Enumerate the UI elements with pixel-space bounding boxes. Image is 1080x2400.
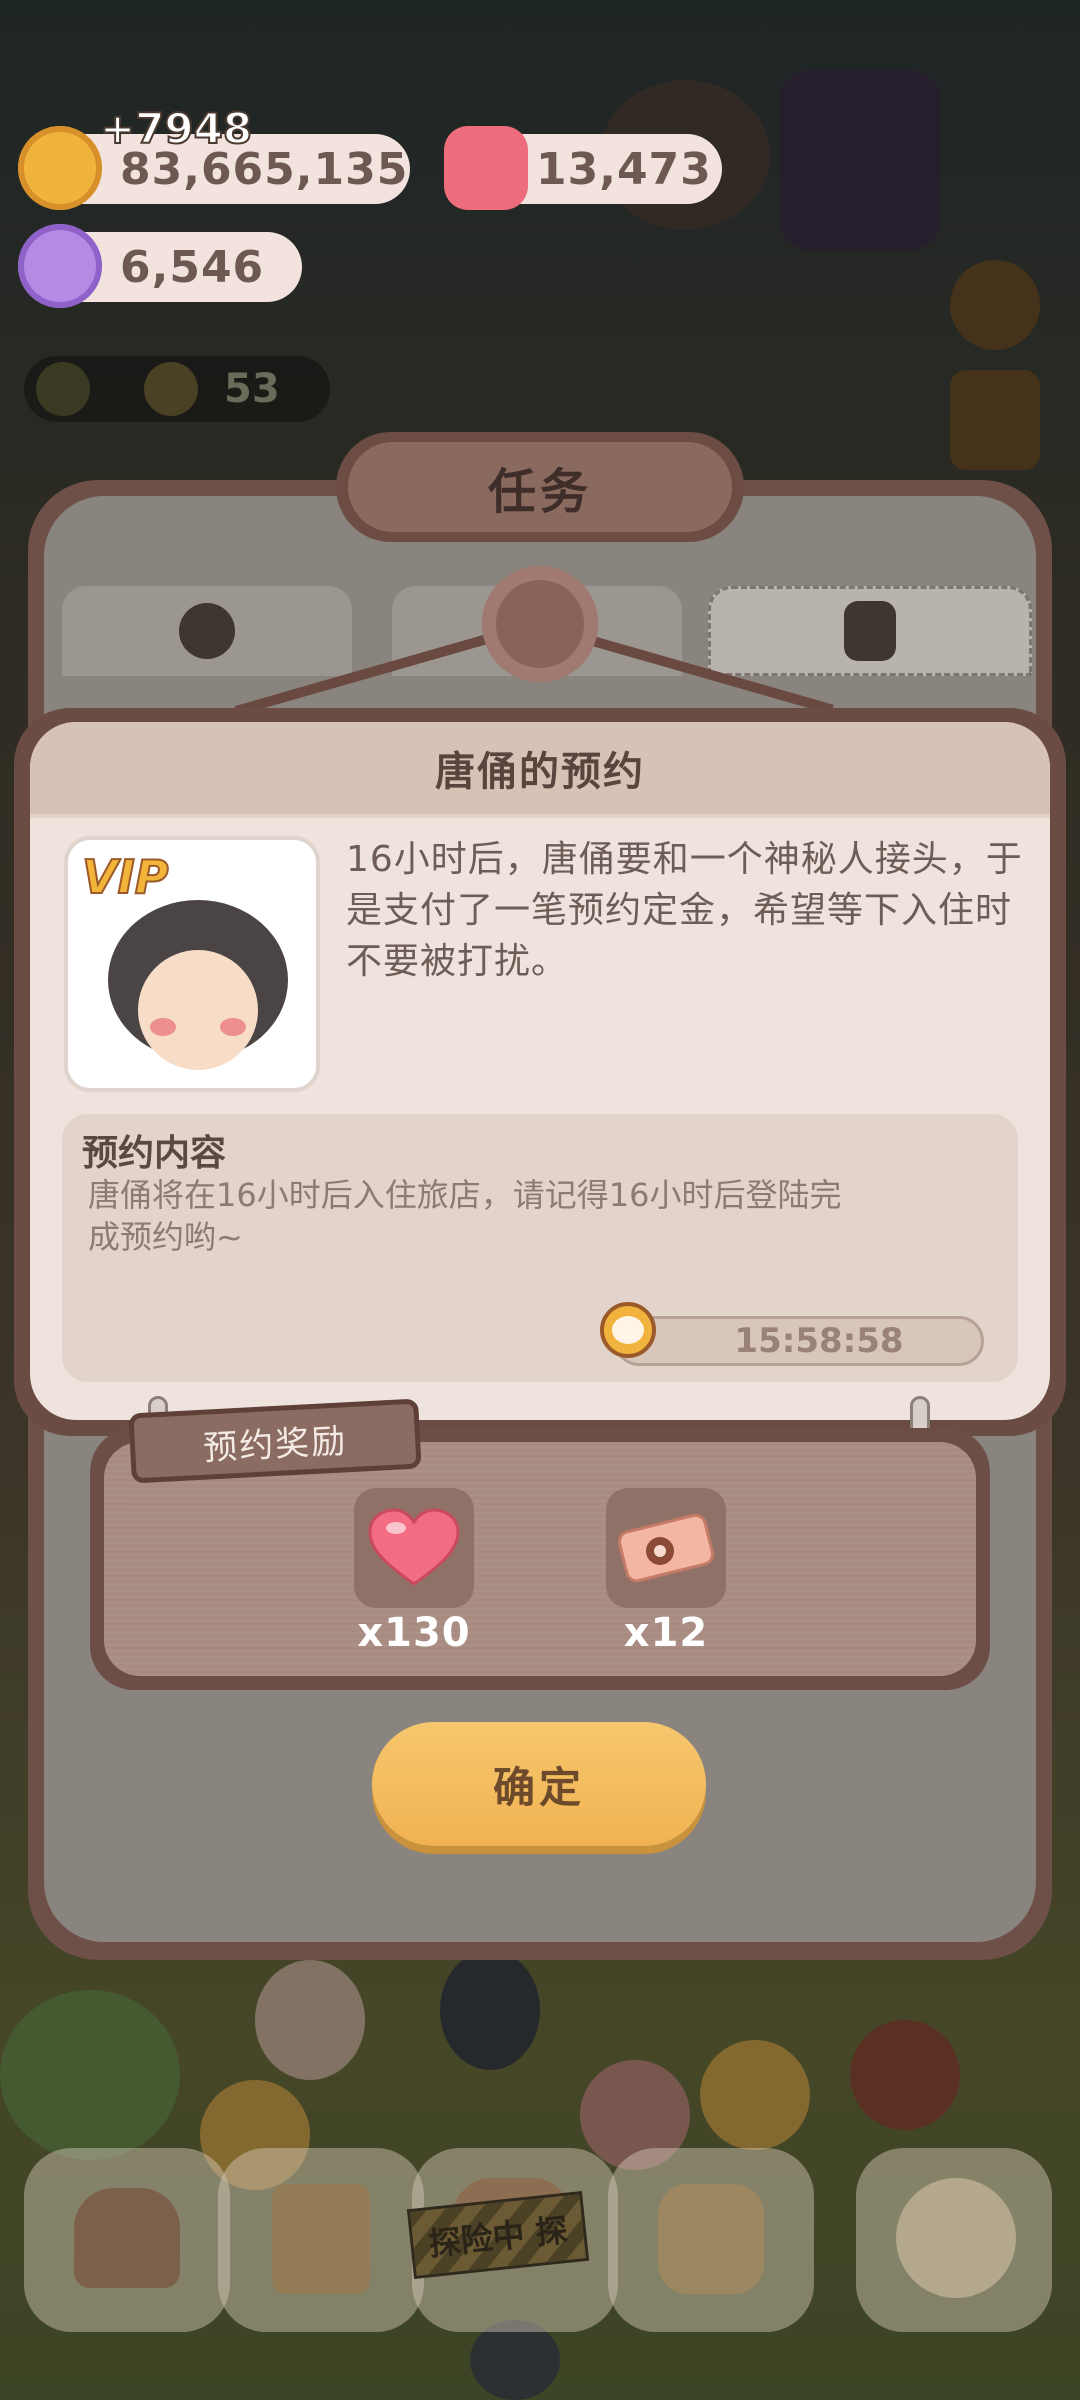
chick-icon bbox=[144, 362, 198, 416]
nav-mushroom-house[interactable] bbox=[24, 2148, 230, 2332]
fish-alarm-icon bbox=[896, 2178, 1016, 2298]
heart-icon bbox=[368, 1508, 460, 1586]
guest-avatar: VIP bbox=[64, 836, 320, 1092]
detail-text: 唐俑将在16小时后入住旅店，请记得16小时后登陆完成预约哟~ bbox=[88, 1176, 842, 1256]
alarm-clock-icon bbox=[596, 1294, 658, 1360]
flower-bag-icon bbox=[844, 601, 896, 661]
countdown-timer: 15:58:58 bbox=[614, 1316, 984, 1366]
reward-item-heart bbox=[354, 1488, 474, 1608]
level-counter: 53 bbox=[24, 356, 330, 422]
nav-shop[interactable] bbox=[608, 2148, 814, 2332]
reservation-description: 16小时后，唐俑要和一个神秘人接头，于是支付了一笔预约定金，希望等下入住时不要被… bbox=[346, 839, 1023, 982]
level-value: 53 bbox=[224, 366, 280, 412]
tab-badge[interactable] bbox=[62, 586, 352, 676]
mushroom-house-icon bbox=[74, 2188, 180, 2288]
reservation-card: 唐俑的预约 VIP 16小时后，唐俑要和一个神秘人接头，于是支付了一笔预约定金，… bbox=[30, 722, 1050, 1420]
coin-delta: +7948 bbox=[99, 103, 253, 154]
vip-badge: VIP bbox=[81, 849, 169, 905]
ticket-icon bbox=[617, 1513, 715, 1583]
candle-value: 13,473 bbox=[536, 143, 712, 195]
reward-qty-heart: x130 bbox=[357, 1610, 471, 1656]
guest-cheek-right bbox=[220, 1018, 246, 1036]
hanger-knob bbox=[482, 566, 598, 682]
badge-paw-icon bbox=[179, 603, 235, 659]
crystal-candy-icon bbox=[18, 224, 102, 308]
reward-item-ticket bbox=[606, 1488, 726, 1608]
detail-title: 预约内容 bbox=[82, 1133, 227, 1174]
nav-notebook[interactable] bbox=[218, 2148, 424, 2332]
guest-face bbox=[138, 950, 258, 1070]
reward-qty-ticket: x12 bbox=[623, 1610, 709, 1656]
shop-icon bbox=[658, 2184, 764, 2294]
gem-value: 6,546 bbox=[120, 241, 265, 293]
cookie-coin-icon bbox=[18, 126, 102, 210]
candle-icon bbox=[444, 126, 528, 210]
reservation-title: 唐俑的预约 bbox=[30, 722, 1050, 818]
guest-cheek-left bbox=[150, 1018, 176, 1036]
tab-flower[interactable] bbox=[708, 586, 1032, 676]
nav-fish-alarm[interactable] bbox=[856, 2148, 1052, 2332]
reservation-detail-box: 预约内容 唐俑将在16小时后入住旅店，请记得16小时后登陆完成预约哟~ 15:5… bbox=[62, 1114, 1018, 1382]
confirm-button[interactable]: 确定 bbox=[372, 1722, 706, 1846]
task-panel-title: 任务 bbox=[348, 442, 732, 532]
sun-icon bbox=[36, 362, 90, 416]
notebook-icon bbox=[272, 2184, 370, 2294]
